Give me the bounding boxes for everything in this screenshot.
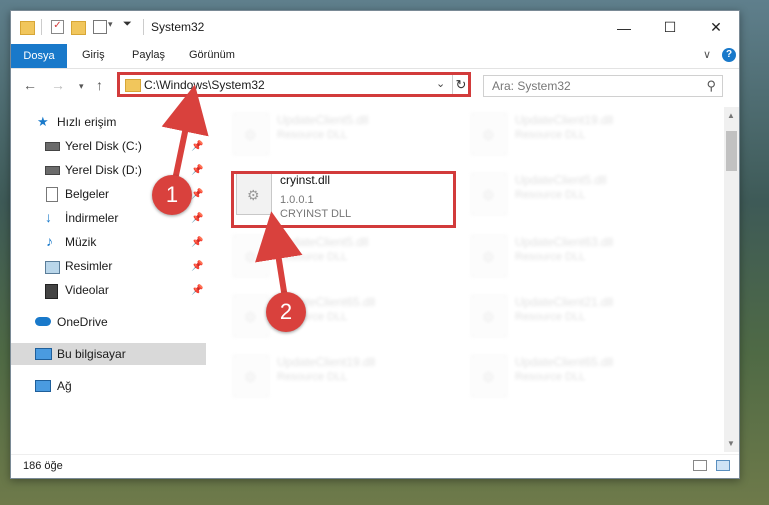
arrow-2 (255, 211, 303, 299)
callout-arrows (161, 84, 303, 299)
callout-badge-2: 2 (266, 292, 306, 332)
callout-badge-1: 1 (152, 175, 192, 215)
arrow-1 (161, 84, 209, 181)
